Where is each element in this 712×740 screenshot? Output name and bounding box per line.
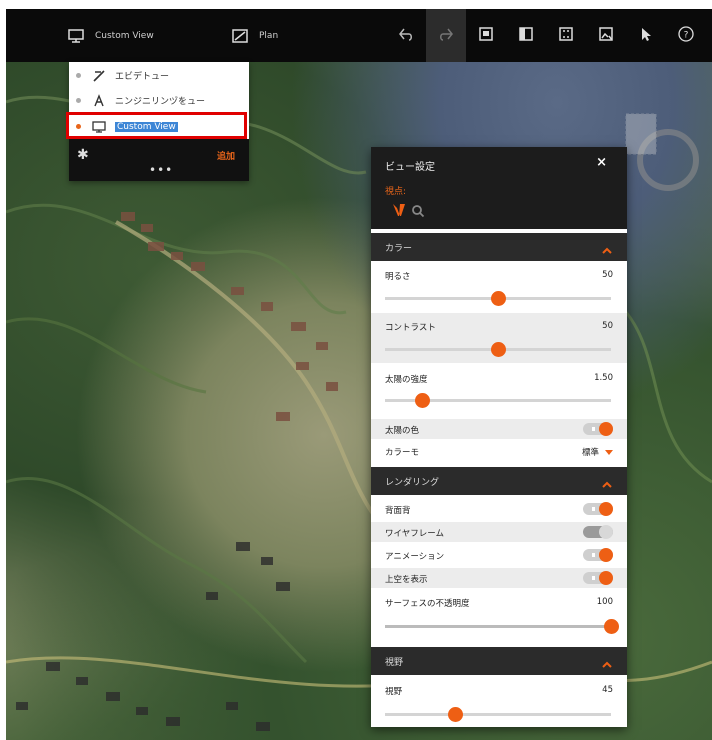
redo-button[interactable] bbox=[426, 9, 466, 62]
chevron-up-icon bbox=[601, 241, 613, 254]
chevron-up-icon bbox=[601, 655, 613, 668]
color-mode-value: 標準 bbox=[581, 448, 599, 458]
more-icon[interactable]: ••• bbox=[149, 163, 173, 177]
section-rendering-header[interactable]: レンダリング bbox=[371, 467, 627, 495]
panel-header: ビュー設定 × 視点: bbox=[371, 147, 627, 229]
slider-knob[interactable] bbox=[415, 393, 430, 408]
view-option-engineering[interactable]: ニンジニリンヅをュー bbox=[69, 89, 249, 112]
panel-icon bbox=[517, 25, 535, 47]
help-button[interactable]: ? bbox=[666, 9, 706, 62]
top-toolbar: Custom View Plan ? bbox=[6, 9, 712, 62]
survey-view-icon bbox=[91, 68, 107, 84]
contrast-row: コントラスト 50 bbox=[371, 313, 627, 363]
color-mode-dropdown[interactable]: 標準 bbox=[582, 446, 613, 458]
wireframe-toggle[interactable] bbox=[583, 525, 613, 539]
panel-button[interactable] bbox=[506, 9, 546, 62]
slider-knob[interactable] bbox=[491, 291, 506, 306]
fov-slider[interactable] bbox=[385, 707, 611, 722]
undo-button[interactable] bbox=[386, 9, 426, 62]
backface-toggle[interactable] bbox=[583, 502, 613, 516]
preset-icons bbox=[391, 202, 425, 222]
sky-label: 上空を表示 bbox=[385, 575, 428, 585]
sun-intensity-label: 太陽の強度 bbox=[385, 375, 428, 385]
slider-knob[interactable] bbox=[604, 619, 619, 634]
sun-color-toggle[interactable] bbox=[583, 422, 613, 436]
help-icon: ? bbox=[677, 25, 695, 47]
slider-knob[interactable] bbox=[491, 342, 506, 357]
backface-label: 背面背 bbox=[385, 506, 411, 516]
surface-opacity-slider[interactable] bbox=[385, 619, 619, 634]
export-image-icon bbox=[597, 25, 615, 47]
brightness-label: 明るさ bbox=[385, 272, 411, 282]
view-settings-panel: ビュー設定 × 視点: カラー 明るさ 50 コントラスト 50 太陽の強度 1… bbox=[371, 147, 627, 727]
svg-text:?: ? bbox=[684, 30, 689, 40]
section-title: 視野 bbox=[385, 658, 404, 668]
contrast-label: コントラスト bbox=[385, 323, 436, 333]
panel-title: ビュー設定 bbox=[385, 162, 435, 173]
backface-row: 背面背 bbox=[371, 499, 627, 519]
status-dot bbox=[76, 98, 81, 103]
sun-intensity-row: 太陽の強度 1.50 bbox=[371, 365, 627, 415]
section-field-header[interactable]: 視野 bbox=[371, 647, 627, 675]
fov-row: 視野 45 bbox=[371, 677, 627, 725]
redo-icon bbox=[437, 25, 455, 47]
sky-row: 上空を表示 bbox=[371, 568, 627, 588]
sun-intensity-slider[interactable] bbox=[385, 393, 611, 408]
caret-down-icon bbox=[605, 449, 613, 455]
section-title: カラー bbox=[385, 244, 413, 254]
preset-label: 視点: bbox=[385, 187, 407, 197]
export-button[interactable] bbox=[466, 9, 506, 62]
fov-value: 45 bbox=[602, 685, 613, 695]
search-icon[interactable] bbox=[411, 203, 425, 222]
pointer-button[interactable] bbox=[626, 9, 666, 62]
view-selector-label: Custom View bbox=[95, 30, 154, 41]
section-color-header[interactable]: カラー bbox=[371, 233, 627, 261]
view-menu-footer: ✱ 追加 ••• bbox=[69, 139, 249, 181]
color-mode-row: カラーモ 標準 bbox=[371, 441, 627, 461]
brightness-value: 50 bbox=[602, 270, 613, 280]
undo-icon bbox=[397, 25, 415, 47]
color-mode-label: カラーモ bbox=[385, 448, 420, 458]
surface-opacity-row: サーフェスの不透明度 100 bbox=[371, 591, 627, 637]
wireframe-row: ワイヤフレーム bbox=[371, 522, 627, 542]
sun-color-row: 太陽の色 bbox=[371, 419, 627, 439]
sun-color-label: 太陽の色 bbox=[385, 426, 420, 436]
view-option-survey[interactable]: エビデトュー bbox=[69, 64, 249, 87]
fov-label: 視野 bbox=[385, 687, 403, 697]
chevron-up-icon bbox=[601, 475, 613, 488]
contrast-slider[interactable] bbox=[385, 342, 611, 357]
contrast-value: 50 bbox=[602, 321, 613, 331]
animation-label: アニメーション bbox=[385, 552, 445, 562]
monitor-icon bbox=[66, 26, 86, 46]
snapshot-icon bbox=[557, 25, 575, 47]
brightness-row: 明るさ 50 bbox=[371, 263, 627, 311]
wireframe-label: ワイヤフレーム bbox=[385, 529, 444, 539]
engineering-view-icon bbox=[91, 93, 107, 109]
plan-selector-label: Plan bbox=[259, 30, 279, 41]
status-dot bbox=[76, 73, 81, 78]
slider-knob[interactable] bbox=[448, 707, 463, 722]
autodesk-logo-icon[interactable] bbox=[391, 202, 407, 222]
surface-opacity-label: サーフェスの不透明度 bbox=[385, 599, 470, 609]
plan-selector[interactable]: Plan bbox=[230, 9, 278, 62]
view-selector[interactable]: Custom View bbox=[66, 9, 154, 62]
export-image-button[interactable] bbox=[586, 9, 626, 62]
plan-icon bbox=[230, 26, 250, 46]
export-icon bbox=[477, 25, 495, 47]
view-option-label: エビデトュー bbox=[115, 72, 170, 82]
pointer-icon bbox=[637, 25, 655, 47]
close-icon[interactable]: × bbox=[596, 155, 607, 170]
selection-highlight-box bbox=[66, 112, 247, 139]
snapshot-button[interactable] bbox=[546, 9, 586, 62]
sun-intensity-value: 1.50 bbox=[594, 373, 613, 383]
sky-toggle[interactable] bbox=[583, 571, 613, 585]
gear-icon[interactable]: ✱ bbox=[77, 147, 89, 163]
view-option-label: ニンジニリンヅをュー bbox=[115, 97, 206, 107]
section-title: レンダリング bbox=[385, 478, 440, 488]
brightness-slider[interactable] bbox=[385, 291, 611, 306]
animation-row: アニメーション bbox=[371, 545, 627, 565]
add-view-button[interactable]: 追加 bbox=[217, 149, 235, 162]
animation-toggle[interactable] bbox=[583, 548, 613, 562]
surface-opacity-value: 100 bbox=[596, 597, 613, 607]
